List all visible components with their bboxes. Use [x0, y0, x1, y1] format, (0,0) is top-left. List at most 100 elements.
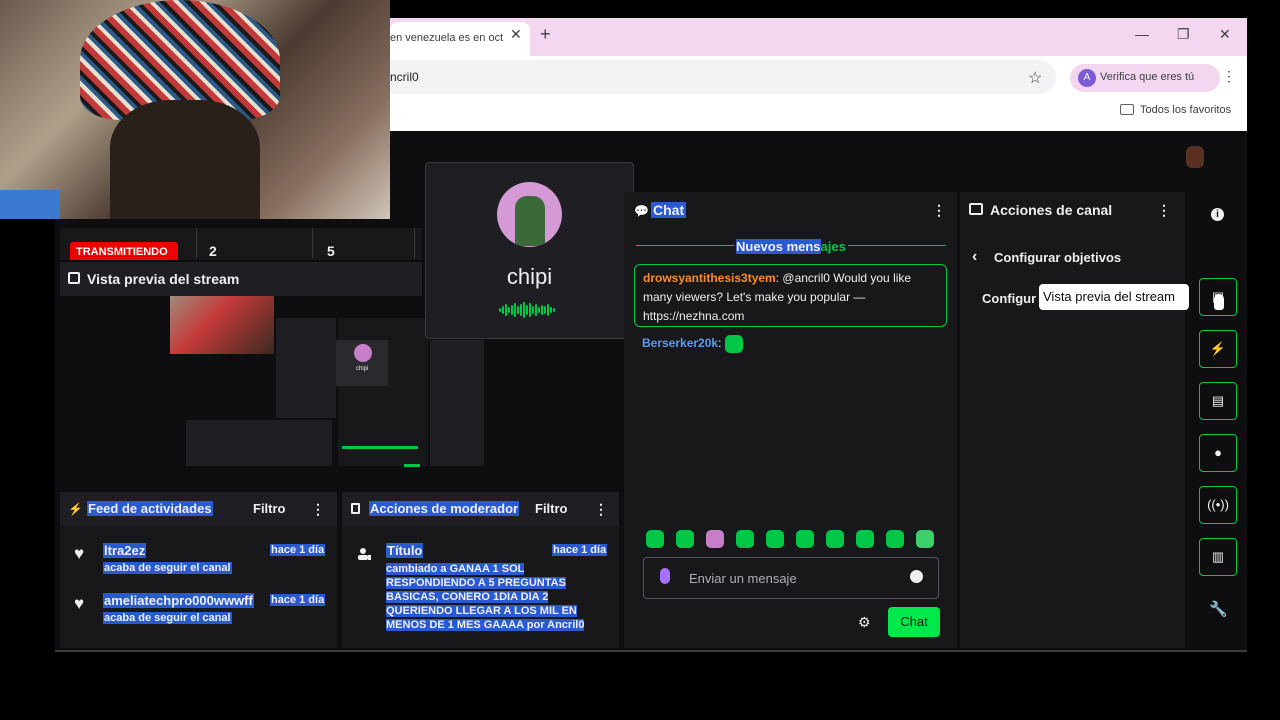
lightning-icon: ⚡	[68, 502, 83, 516]
address-text: ncril0	[390, 70, 419, 84]
emote-icon[interactable]	[856, 530, 874, 548]
mod-item-title[interactable]: Título	[386, 543, 424, 558]
preview-icon	[68, 272, 80, 284]
broadcast-icon: ((•))	[1207, 497, 1229, 512]
document-icon	[351, 503, 360, 514]
chat-bubble-icon: ●	[1214, 445, 1222, 460]
emoji-picker-icon[interactable]	[910, 570, 923, 583]
thumbnail-button	[404, 464, 420, 467]
chat-send-button[interactable]: Chat	[888, 607, 940, 637]
chat-message[interactable]: drowsyantithesis3tyem: @ancril0 Would yo…	[634, 264, 947, 327]
chat-username[interactable]: drowsyantithesis3tyem	[643, 271, 776, 285]
stat-divider	[196, 228, 197, 258]
tab-bar: en venezuela es en oct ✕ + — ❐ ✕	[390, 18, 1247, 56]
tooltip: Vista previa del stream	[1039, 284, 1189, 310]
rail-notes-button[interactable]: ▤	[1199, 382, 1237, 420]
mod-item-text: cambiado a GANAA 1 SOL RESPONDIENDO A 5 …	[386, 563, 585, 631]
restore-icon[interactable]: ❐	[1177, 26, 1190, 43]
feed-description: acaba de seguir el canal	[103, 562, 232, 574]
divider	[55, 650, 1247, 652]
thumbnail-panel	[276, 318, 336, 418]
emote-suggestions	[644, 530, 944, 550]
actions-menu-icon[interactable]: ⋮	[1157, 202, 1171, 219]
emote-icon[interactable]	[646, 530, 664, 548]
chat-username[interactable]: Berserker20k	[642, 336, 718, 350]
user-avatar-icon[interactable]	[1186, 146, 1204, 168]
emote-icon[interactable]	[826, 530, 844, 548]
channel-actions-icon	[969, 203, 983, 215]
chat-message-text: :	[718, 336, 725, 351]
chat-menu-icon[interactable]: ⋮	[932, 202, 946, 219]
waveform-bar	[553, 308, 555, 312]
feed-timestamp: hace 1 día	[270, 544, 326, 556]
folder-icon	[1120, 104, 1134, 115]
emote-icon[interactable]	[736, 530, 754, 548]
webcam-overlay	[0, 0, 390, 219]
emote-icon[interactable]	[706, 530, 724, 548]
bookmark-star-icon[interactable]: ☆	[1028, 68, 1042, 88]
info-icon[interactable]: i	[1211, 208, 1224, 221]
thumbnail-emote-row	[342, 446, 418, 449]
verify-button[interactable]: A Verifica que eres tú	[1070, 64, 1220, 92]
thumbnail-webcam	[170, 296, 274, 354]
emote-icon[interactable]	[766, 530, 784, 548]
rail-mod-actions-button[interactable]: ▥	[1199, 538, 1237, 576]
feed-menu-icon[interactable]: ⋮	[311, 501, 325, 518]
emote-icon[interactable]	[796, 530, 814, 548]
favorites-folder[interactable]: Todos los favoritos	[1120, 104, 1231, 116]
heart-icon: ♥	[74, 594, 85, 613]
rail-broadcast-button[interactable]: ((•))	[1199, 486, 1237, 524]
waveform-bar	[544, 306, 546, 314]
call-username: chipi	[506, 264, 553, 289]
feed-timestamp: hace 1 día	[270, 594, 326, 606]
feed-username[interactable]: ameliatechpro000wwwff	[103, 593, 254, 608]
config-goals-title[interactable]: Configurar objetivos	[994, 250, 1121, 265]
emote-icon[interactable]	[676, 530, 694, 548]
stat-divider	[414, 228, 415, 258]
rail-chat-button[interactable]: ●	[1199, 434, 1237, 472]
waveform-bar	[499, 308, 501, 312]
feed-description: acaba de seguir el canal	[103, 612, 232, 624]
webcam-object	[0, 190, 60, 219]
microphone-icon[interactable]	[660, 568, 670, 584]
wrench-icon[interactable]: 🔧	[1209, 600, 1228, 618]
emote-icon	[724, 335, 743, 353]
verify-label: Verifica que eres tú	[1100, 71, 1195, 83]
browser-tab[interactable]: en venezuela es en oct	[390, 22, 530, 56]
chat-message[interactable]: Berserker20k:	[642, 335, 743, 353]
chat-input-placeholder: Enviar un mensaje	[689, 571, 797, 586]
rail-quick-actions-button[interactable]: ⚡	[1199, 330, 1237, 368]
waveform-bar	[511, 305, 513, 315]
new-tab-icon[interactable]: +	[540, 24, 551, 45]
person-edit-icon	[358, 548, 371, 560]
moderator-actions-title: Acciones de moderador	[369, 501, 520, 516]
thumbnail-panel	[430, 340, 484, 466]
waveform-bar	[520, 304, 522, 316]
activity-feed-title: Feed de actividades	[87, 501, 213, 516]
waveform-bar	[505, 304, 507, 316]
emote-icon[interactable]	[886, 530, 904, 548]
back-chevron-icon[interactable]: ‹	[972, 248, 977, 266]
activity-feed-filter[interactable]: Filtro	[253, 501, 286, 516]
browser-menu-icon[interactable]: ⋮	[1222, 68, 1236, 85]
address-bar[interactable]: ncril0	[390, 60, 1056, 94]
stat-divider	[312, 228, 313, 258]
avatar-figure	[515, 196, 545, 246]
close-window-icon[interactable]: ✕	[1219, 26, 1231, 43]
waveform-bar	[535, 304, 537, 316]
gear-icon[interactable]: ⚙	[858, 614, 871, 631]
thumbnail-avatar	[354, 344, 372, 362]
profile-avatar: A	[1078, 69, 1096, 87]
tab-close-icon[interactable]: ✕	[510, 26, 522, 43]
emote-icon[interactable]	[916, 530, 934, 548]
feed-username[interactable]: ltra2ez	[103, 543, 147, 558]
mod-menu-icon[interactable]: ⋮	[594, 501, 608, 518]
call-avatar	[497, 182, 562, 247]
waveform-bar	[538, 307, 540, 313]
moderator-actions-filter[interactable]: Filtro	[535, 501, 568, 516]
waveform-bar	[517, 306, 519, 314]
waveform-bar	[547, 304, 549, 316]
lightning-icon: ⚡	[1209, 341, 1227, 356]
mouse-cursor	[1214, 294, 1224, 310]
minimize-icon[interactable]: —	[1135, 26, 1149, 42]
